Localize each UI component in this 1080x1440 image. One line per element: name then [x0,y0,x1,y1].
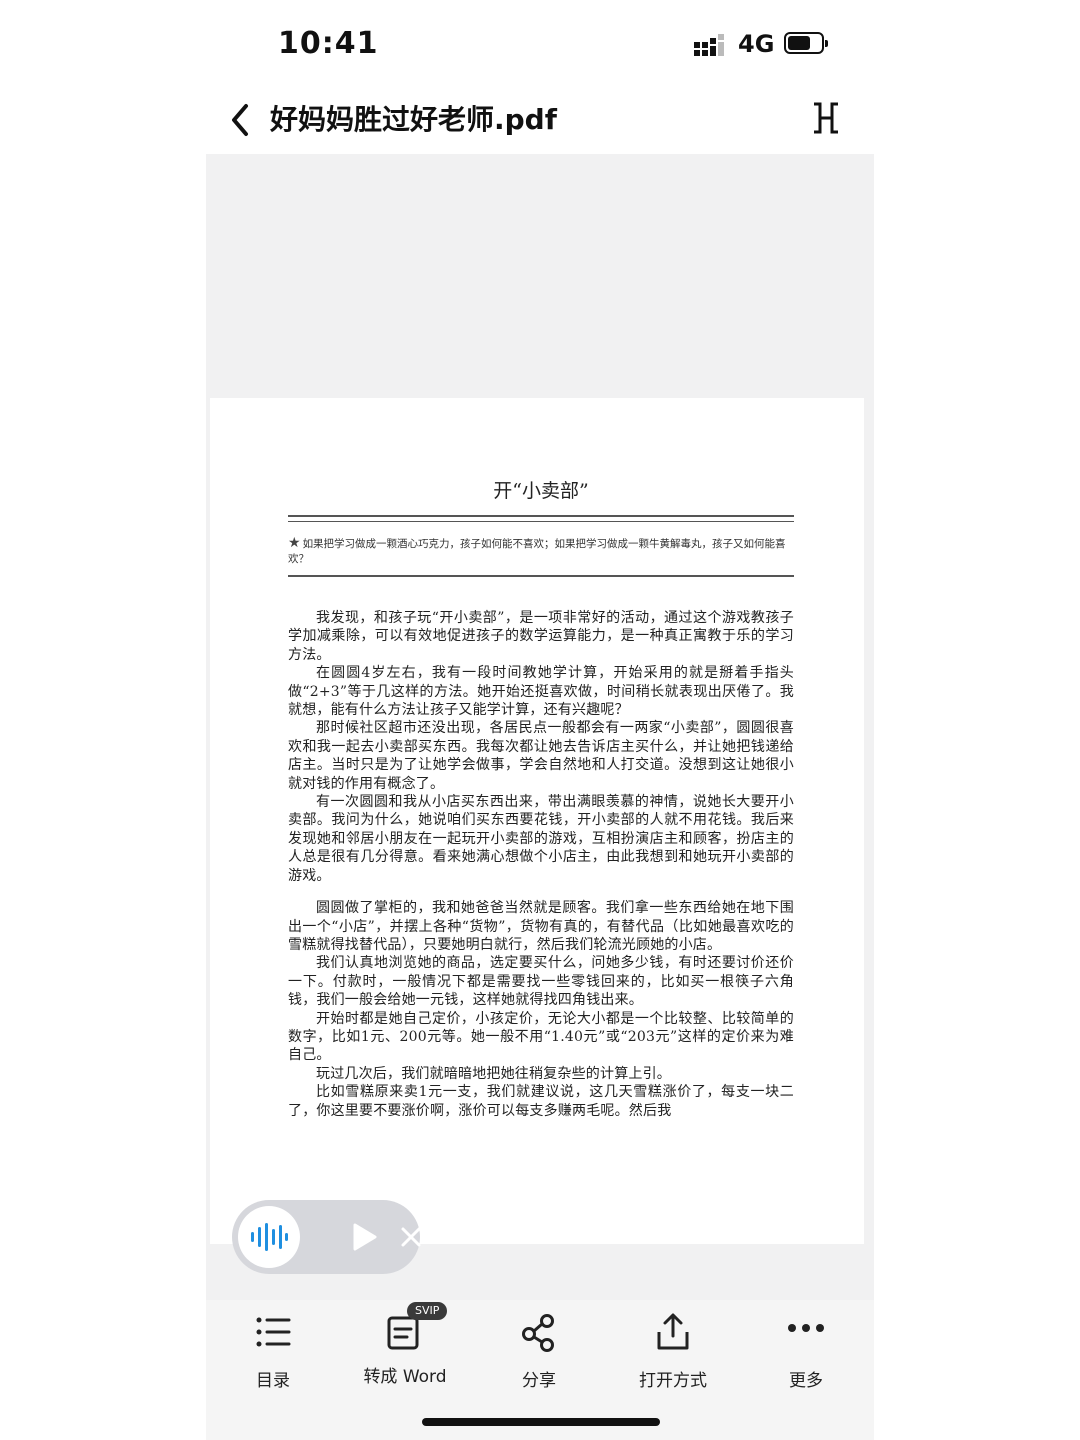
document-title: 好妈妈胜过好老师.pdf [270,103,557,136]
sound-wave-icon [251,1223,288,1251]
status-time: 10:41 [278,26,379,61]
close-icon[interactable] [398,1224,424,1250]
toolbar-label: 转成 Word [363,1367,447,1387]
list-icon [256,1317,291,1347]
divider [288,575,794,577]
paragraph: 圆圆做了掌柜的，我和她爸爸当然就是顾客。我们拿一些东西给她在地下围出一个“小店”… [288,900,794,953]
share-icon [522,1314,554,1352]
divider [288,515,794,522]
crop-margin-icon[interactable] [810,100,842,136]
paragraph: 开始时都是她自己定价，小孩定价，无论大小都是一个比较整、比较简单的数字，比如1元… [288,1010,794,1064]
toolbar-share-button[interactable]: 分享 [489,1312,589,1391]
chapter-title: 开“小卖部” [493,480,589,502]
toolbar-label: 更多 [789,1371,823,1391]
paragraph: 玩过几次后，我们就暗暗地把她往稍复杂些的计算上引。 [316,1065,671,1082]
bottom-toolbar: 目录 SVIP 转成 Word 分享 打开方式 更多 [206,1300,874,1440]
pdf-page: 开“小卖部” ★ 如果把学习做成一颗酒心巧克力，孩子如何能不喜欢；如果把学习做成一… [210,398,864,1244]
page-content: 开“小卖部” ★ 如果把学习做成一颗酒心巧克力，孩子如何能不喜欢；如果把学习做成一… [288,476,794,1120]
star-icon: ★ [288,535,301,551]
paragraph: 那时候社区超市还没出现，各居民点一般都会有一两家“小卖部”，圆圆很喜欢和我一起去… [288,720,794,792]
epigraph-text: 如果把学习做成一颗酒心巧克力，孩子如何能不喜欢；如果把学习做成一颗牛黄解毒丸，孩… [288,538,786,565]
play-icon[interactable] [352,1222,378,1252]
toolbar-toc-button[interactable]: 目录 [223,1312,323,1391]
more-dots-icon [788,1324,824,1332]
toolbar-label: 打开方式 [639,1371,707,1391]
paragraph: 我们认真地浏览她的商品，选定要买什么，问她多少钱，有时还要讨价还价一下。付款时，… [288,955,794,1009]
toolbar-label: 分享 [522,1371,556,1391]
nav-bar: 好妈妈胜过好老师.pdf [206,90,874,154]
export-icon [657,1313,689,1350]
paragraph: 我发现，和孩子玩“开小卖部”，是一项非常好的活动，通过这个游戏教孩子学加减乘除，… [288,610,794,663]
battery-icon [784,32,828,54]
toolbar-convert-word-button[interactable]: SVIP 转成 Word [355,1302,455,1387]
toolbar-more-button[interactable]: 更多 [756,1312,856,1391]
status-bar: 10:41 4G [206,0,874,90]
signal-icon [694,34,724,56]
read-aloud-button[interactable] [238,1206,300,1268]
epigraph: ★ 如果把学习做成一颗酒心巧克力，孩子如何能不喜欢；如果把学习做成一颗牛黄解毒丸，… [288,532,794,575]
convert-doc-icon-wrap: SVIP [383,1302,448,1352]
phone-screen: 10:41 4G 好妈妈胜过好老师.pdf 开“小卖部” ★ 如果把学习做成一颗… [206,0,874,1440]
svip-badge: SVIP [407,1302,448,1320]
toolbar-label: 目录 [256,1371,290,1391]
toolbar-open-with-button[interactable]: 打开方式 [623,1312,723,1391]
pdf-reader-area[interactable]: 开“小卖部” ★ 如果把学习做成一颗酒心巧克力，孩子如何能不喜欢；如果把学习做成一… [206,154,874,1300]
back-arrow-icon[interactable] [226,100,256,140]
read-aloud-widget [232,1200,421,1274]
paragraph: 有一次圆圆和我从小店买东西出来，带出满眼羡慕的神情，说她长大要开小卖部。我问为什… [288,794,794,884]
home-indicator[interactable] [422,1418,660,1426]
paragraph: 在圆圆4岁左右，我有一段时间教她学计算，开始采用的就是掰着手指头做“2+3”等于… [288,665,794,719]
network-type: 4G [738,30,775,58]
paragraph: 比如雪糕原来卖1元一支，我们就建议说，这几天雪糕涨价了，每支一块二了，你这里要不… [288,1084,794,1119]
